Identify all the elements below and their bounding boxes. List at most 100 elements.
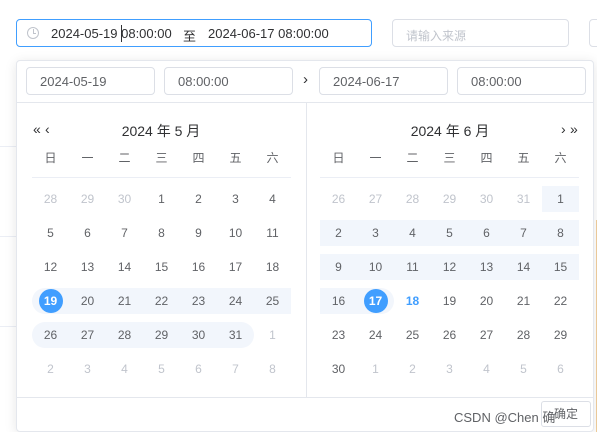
june-day-cell[interactable]: 28	[505, 322, 542, 348]
may-day-cell[interactable]: 27	[69, 322, 106, 348]
may-day-cell[interactable]: 7	[217, 356, 254, 382]
start-date-field[interactable]: 2024-05-19	[26, 67, 155, 95]
day-number: 24	[368, 328, 383, 342]
june-day-cell[interactable]: 24	[357, 322, 394, 348]
june-day-cell[interactable]: 4	[468, 356, 505, 382]
datetime-range-input[interactable]: 2024-05-19 08:00:00 至 2024-06-17 08:00:0…	[16, 19, 372, 47]
may-day-cell[interactable]: 3	[217, 186, 254, 212]
may-day-cell[interactable]: 5	[143, 356, 180, 382]
may-day-cell[interactable]: 11	[254, 220, 291, 246]
june-day-cell[interactable]: 1	[357, 356, 394, 382]
may-day-cell[interactable]: 17	[217, 254, 254, 280]
range-start-input[interactable]: 2024-05-19 08:00:00	[51, 26, 172, 41]
june-day-cell[interactable]: 23	[320, 322, 357, 348]
partial-input[interactable]	[589, 19, 597, 47]
june-day-cell[interactable]: 10	[357, 254, 394, 280]
may-day-cell[interactable]: 4	[106, 356, 143, 382]
may-day-cell[interactable]: 5	[32, 220, 69, 246]
june-day-cell[interactable]: 3	[357, 220, 394, 246]
june-day-cell[interactable]: 6	[468, 220, 505, 246]
june-day-cell[interactable]: 1	[542, 186, 579, 212]
june-day-cell[interactable]: 7	[505, 220, 542, 246]
source-input[interactable]: 请输入来源	[392, 19, 569, 47]
june-day-cell[interactable]: 15	[542, 254, 579, 280]
may-day-cell[interactable]: 8	[254, 356, 291, 382]
may-day-cell[interactable]: 26	[32, 322, 69, 348]
june-day-cell[interactable]: 18	[394, 288, 431, 314]
june-day-cell[interactable]: 20	[468, 288, 505, 314]
may-day-cell[interactable]: 1	[143, 186, 180, 212]
may-day-cell[interactable]: 30	[106, 186, 143, 212]
may-day-cell[interactable]: 2	[180, 186, 217, 212]
may-day-cell[interactable]: 31	[217, 322, 254, 348]
june-day-cell[interactable]: 31	[505, 186, 542, 212]
may-day-cell[interactable]: 28	[32, 186, 69, 212]
start-time-field[interactable]: 08:00:00	[164, 67, 293, 95]
may-day-cell[interactable]: 2	[32, 356, 69, 382]
june-day-cell[interactable]: 27	[468, 322, 505, 348]
may-day-cell[interactable]: 3	[69, 356, 106, 382]
june-day-cell[interactable]: 2	[394, 356, 431, 382]
may-day-cell[interactable]: 24	[217, 288, 254, 314]
may-day-cell[interactable]: 1	[254, 322, 291, 348]
may-day-cell[interactable]: 6	[69, 220, 106, 246]
day-number: 14	[117, 260, 132, 274]
june-day-cell[interactable]: 14	[505, 254, 542, 280]
prev-month-button[interactable]: ‹	[45, 121, 49, 137]
june-day-cell[interactable]: 9	[320, 254, 357, 280]
june-day-cell[interactable]: 26	[320, 186, 357, 212]
next-year-button[interactable]: »	[570, 121, 578, 137]
june-day-cell[interactable]: 8	[542, 220, 579, 246]
may-day-cell[interactable]: 9	[180, 220, 217, 246]
june-day-cell[interactable]: 6	[542, 356, 579, 382]
end-date-field[interactable]: 2024-06-17	[319, 67, 448, 95]
june-day-cell[interactable]: 19	[431, 288, 468, 314]
june-day-cell[interactable]: 30	[320, 356, 357, 382]
may-day-cell[interactable]: 12	[32, 254, 69, 280]
may-day-cell[interactable]: 28	[106, 322, 143, 348]
may-day-cell[interactable]: 15	[143, 254, 180, 280]
june-day-cell[interactable]: 5	[431, 220, 468, 246]
june-day-cell[interactable]: 22	[542, 288, 579, 314]
may-day-cell[interactable]: 20	[69, 288, 106, 314]
may-day-cell[interactable]: 25	[254, 288, 291, 314]
may-day-cell[interactable]: 8	[143, 220, 180, 246]
june-day-cell[interactable]: 16	[320, 288, 357, 314]
june-day-cell[interactable]: 12	[431, 254, 468, 280]
june-day-cell[interactable]: 29	[542, 322, 579, 348]
next-month-button[interactable]: ›	[561, 121, 565, 137]
end-time-field[interactable]: 08:00:00	[457, 67, 586, 95]
may-day-cell[interactable]: 4	[254, 186, 291, 212]
june-day-cell[interactable]: 21	[505, 288, 542, 314]
day-number: 6	[483, 226, 490, 240]
june-day-cell[interactable]: 27	[357, 186, 394, 212]
may-day-cell[interactable]: 10	[217, 220, 254, 246]
prev-year-button[interactable]: «	[33, 121, 41, 137]
may-day-cell[interactable]: 16	[180, 254, 217, 280]
june-day-cell[interactable]: 11	[394, 254, 431, 280]
june-day-cell[interactable]: 28	[394, 186, 431, 212]
june-day-cell[interactable]: 4	[394, 220, 431, 246]
may-day-cell[interactable]: 21	[106, 288, 143, 314]
may-day-cell[interactable]: 18	[254, 254, 291, 280]
june-day-cell[interactable]: 2	[320, 220, 357, 246]
june-day-cell[interactable]: 29	[431, 186, 468, 212]
may-day-cell[interactable]: 29	[69, 186, 106, 212]
june-day-cell[interactable]: 26	[431, 322, 468, 348]
june-day-cell[interactable]: 5	[505, 356, 542, 382]
may-day-cell[interactable]: 14	[106, 254, 143, 280]
may-day-cell[interactable]: 7	[106, 220, 143, 246]
may-day-cell[interactable]: 23	[180, 288, 217, 314]
may-day-cell[interactable]: 19	[32, 288, 69, 314]
june-day-cell[interactable]: 3	[431, 356, 468, 382]
june-day-cell[interactable]: 25	[394, 322, 431, 348]
may-day-cell[interactable]: 29	[143, 322, 180, 348]
june-day-cell[interactable]: 30	[468, 186, 505, 212]
may-day-cell[interactable]: 30	[180, 322, 217, 348]
may-day-cell[interactable]: 13	[69, 254, 106, 280]
range-end-input[interactable]: 2024-06-17 08:00:00	[208, 26, 329, 41]
june-day-cell[interactable]: 13	[468, 254, 505, 280]
may-day-cell[interactable]: 6	[180, 356, 217, 382]
june-day-cell[interactable]: 17	[357, 288, 394, 314]
may-day-cell[interactable]: 22	[143, 288, 180, 314]
